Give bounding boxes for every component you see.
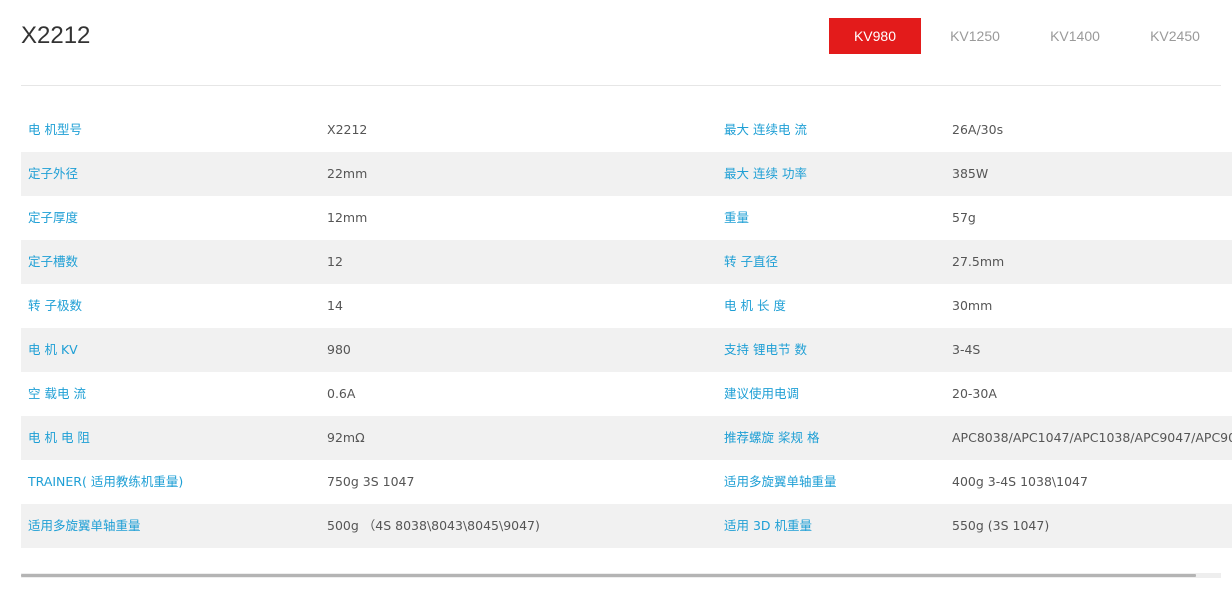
spec-row: 电 机型号 X2212 最大 连续电 流 26A/30s xyxy=(21,108,1232,152)
spec-label: 转 子直径 xyxy=(724,254,778,269)
spec-row: 转 子极数 14 电 机 长 度 30mm xyxy=(21,284,1232,328)
spec-value: 980 xyxy=(327,342,351,357)
spec-value: 3-4S xyxy=(952,342,981,357)
spec-label: 支持 锂电节 数 xyxy=(724,342,807,357)
spec-value: X2212 xyxy=(327,122,368,137)
spec-value: 57g xyxy=(952,210,976,225)
spec-label: 转 子极数 xyxy=(28,298,82,313)
spec-value: 750g 3S 1047 xyxy=(327,474,415,489)
spec-label: 推荐螺旋 桨规 格 xyxy=(724,430,820,445)
spec-label: TRAINER( 适用教练机重量) xyxy=(28,474,184,489)
spec-label: 适用多旋翼单轴重量 xyxy=(28,518,141,533)
spec-row: TRAINER( 适用教练机重量) 750g 3S 1047 适用多旋翼单轴重量… xyxy=(21,460,1232,504)
spec-label: 最大 连续 功率 xyxy=(724,166,807,181)
spec-row: 适用多旋翼单轴重量 500g （4S 8038\8043\8045\9047) … xyxy=(21,504,1232,548)
spec-value: 14 xyxy=(327,298,343,313)
spec-label: 电 机 长 度 xyxy=(724,298,786,313)
spec-label: 适用多旋翼单轴重量 xyxy=(724,474,837,489)
spec-value: 22mm xyxy=(327,166,368,181)
spec-label: 电 机型号 xyxy=(28,122,82,137)
spec-label: 建议使用电调 xyxy=(724,386,800,401)
spec-value: 26A/30s xyxy=(952,122,1004,137)
spec-value: 12 xyxy=(327,254,343,269)
tab-kv980[interactable]: KV980 xyxy=(829,18,921,54)
spec-row: 定子外径 22mm 最大 连续 功率 385W xyxy=(21,152,1232,196)
spec-row: 定子厚度 12mm 重量 57g xyxy=(21,196,1232,240)
spec-value: 92mΩ xyxy=(327,430,365,445)
spec-value: 0.6A xyxy=(327,386,356,401)
spec-label: 电 机 KV xyxy=(28,342,78,357)
spec-label: 适用 3D 机重量 xyxy=(724,518,813,533)
tab-kv1250[interactable]: KV1250 xyxy=(929,18,1021,54)
product-title: X2212 xyxy=(21,22,91,49)
spec-label: 定子厚度 xyxy=(28,210,79,225)
spec-label: 空 载电 流 xyxy=(28,386,86,401)
spec-value: 400g 3-4S 1038\1047 xyxy=(952,474,1088,489)
spec-label: 定子槽数 xyxy=(28,254,79,269)
spec-label: 电 机 电 阻 xyxy=(28,430,90,445)
kv-tabs: KV980 KV1250 KV1400 KV2450 xyxy=(829,18,1229,54)
spec-table: 电 机型号 X2212 最大 连续电 流 26A/30s 定子外径 22mm 最… xyxy=(21,108,1232,548)
spec-row: 电 机 KV 980 支持 锂电节 数 3-4S xyxy=(21,328,1232,372)
spec-row: 电 机 电 阻 92mΩ 推荐螺旋 桨规 格 APC8038/APC1047/A… xyxy=(21,416,1232,460)
spec-value: 12mm xyxy=(327,210,368,225)
spec-value: APC8038/APC1047/APC1038/APC9047/APC9045 xyxy=(952,430,1232,445)
spec-value: 20-30A xyxy=(952,386,997,401)
spec-value: 500g （4S 8038\8043\8045\9047) xyxy=(327,518,540,533)
spec-value: 30mm xyxy=(952,298,993,313)
spec-value: 27.5mm xyxy=(952,254,1005,269)
spec-value: 385W xyxy=(952,166,989,181)
spec-label: 定子外径 xyxy=(28,166,79,181)
spec-row: 定子槽数 12 转 子直径 27.5mm xyxy=(21,240,1232,284)
tab-kv1400[interactable]: KV1400 xyxy=(1029,18,1121,54)
spec-row: 空 载电 流 0.6A 建议使用电调 20-30A xyxy=(21,372,1232,416)
scrollbar-thumb[interactable] xyxy=(21,574,1196,577)
product-spec-page: X2212 KV980 KV1250 KV1400 KV2450 电 机型号 X… xyxy=(0,0,1232,597)
header-divider xyxy=(21,85,1221,86)
spec-value: 550g (3S 1047) xyxy=(952,518,1050,533)
spec-label: 重量 xyxy=(724,210,750,225)
tab-kv2450[interactable]: KV2450 xyxy=(1129,18,1221,54)
spec-label: 最大 连续电 流 xyxy=(724,122,807,137)
